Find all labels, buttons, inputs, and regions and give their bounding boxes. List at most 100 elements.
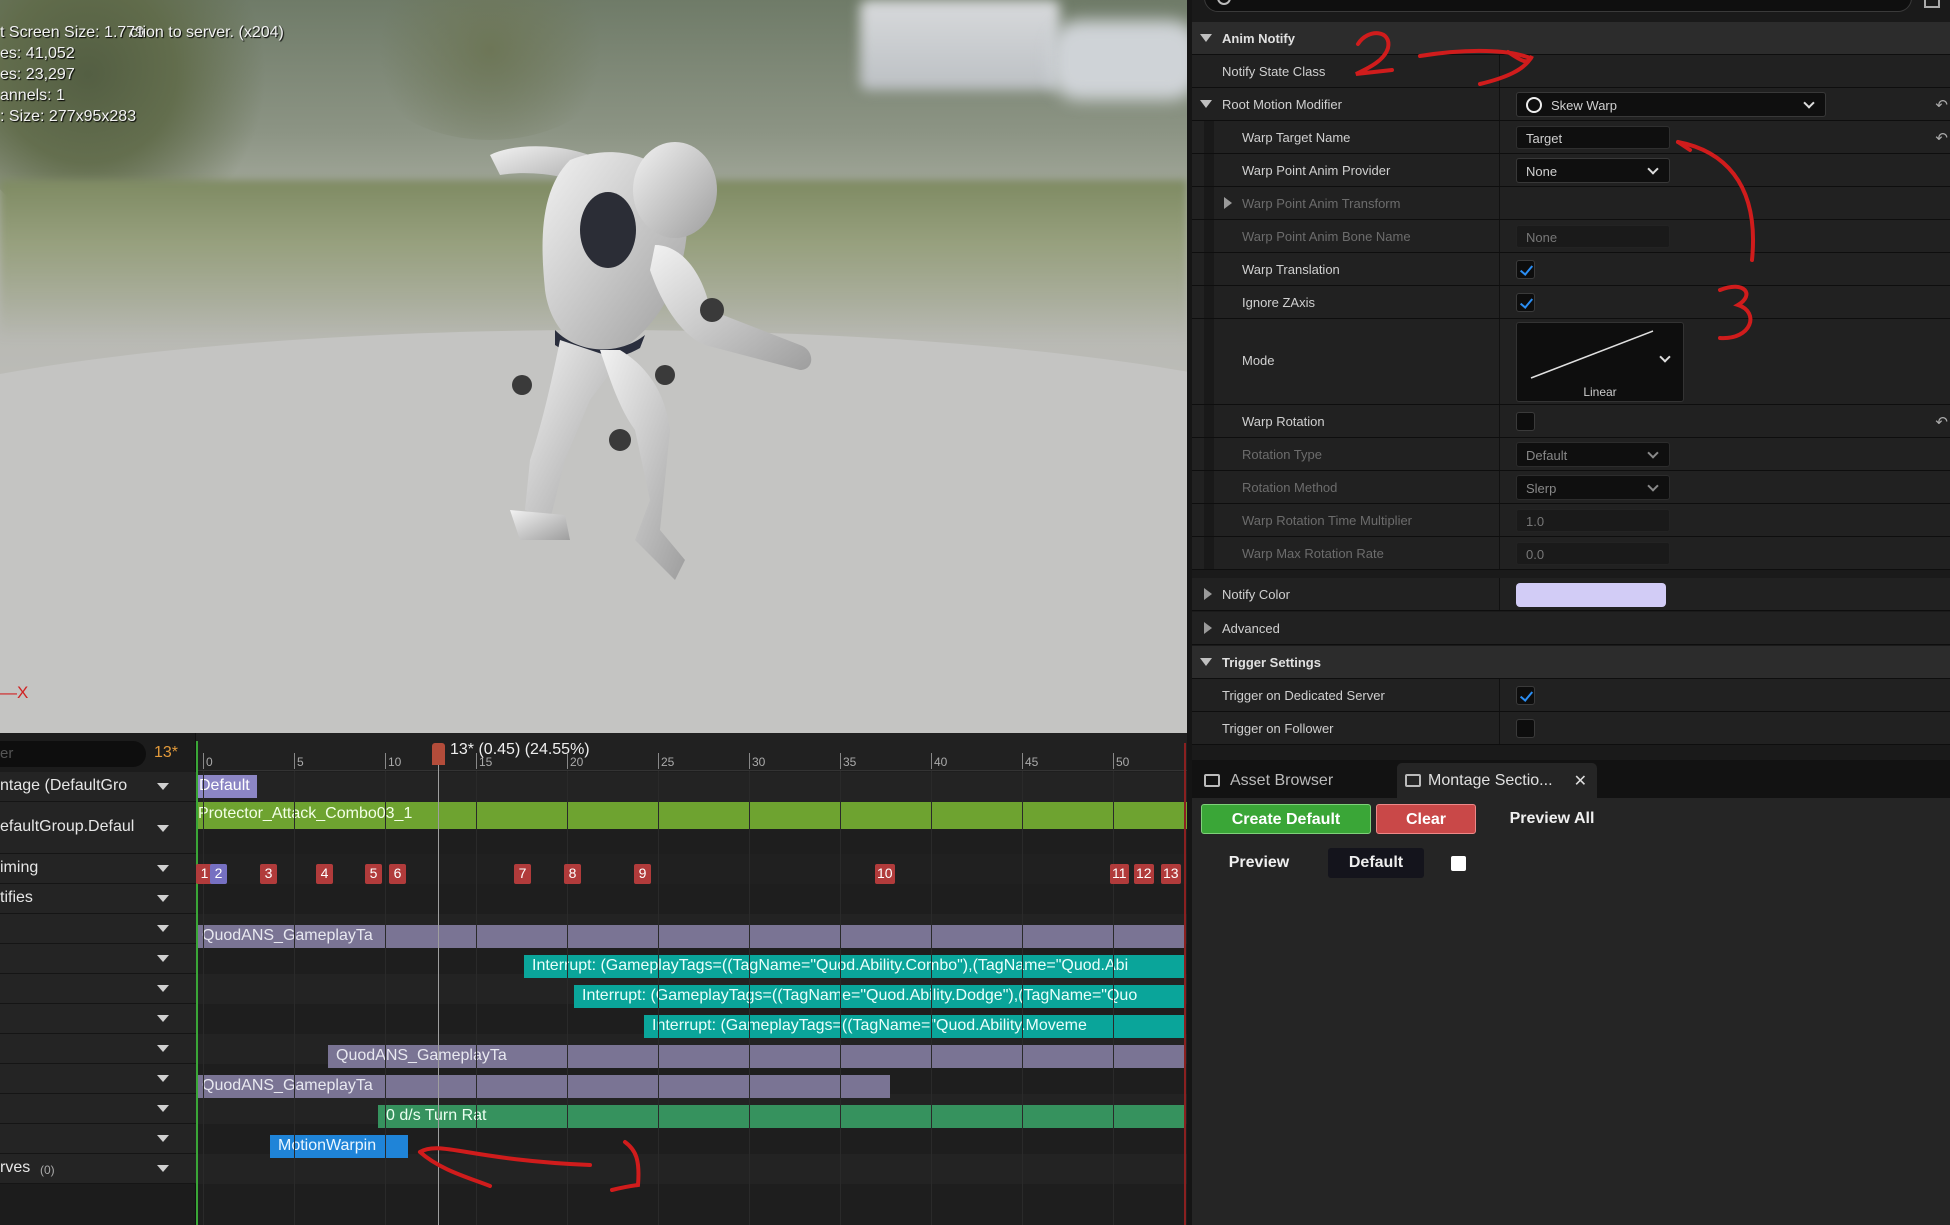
notify-interrupt-combo[interactable]: Interrupt: (GameplayTags=((TagName="Quod… [524, 955, 1184, 978]
playhead-handle[interactable] [432, 743, 445, 765]
create-default-button[interactable]: Create Default [1201, 804, 1371, 834]
indent-bar [1204, 537, 1214, 569]
dropdown-icon[interactable] [157, 895, 169, 902]
notify-turn-rate[interactable]: 0 d/s Turn Rat [378, 1105, 1184, 1128]
chevron-down-icon [1647, 480, 1659, 492]
slot-animation-clip[interactable]: Protector_Attack_Combo03_1 [196, 802, 1187, 829]
warp-max-rotation-rate-input[interactable]: 0.0 [1516, 542, 1670, 565]
timing-marker-10[interactable]: 10 [875, 864, 895, 884]
warp-point-anim-provider-dropdown[interactable]: None [1516, 158, 1670, 183]
category-trigger-settings[interactable]: Trigger Settings [1192, 646, 1950, 679]
grid-line [203, 771, 204, 1225]
notify-track-row[interactable] [0, 1124, 196, 1154]
root-motion-modifier-dropdown[interactable]: Skew Warp [1516, 92, 1826, 117]
expand-arrow-icon[interactable] [1224, 197, 1232, 209]
rotation-method-dropdown[interactable]: Slerp [1516, 475, 1670, 500]
section-checkbox[interactable] [1451, 856, 1466, 871]
dropdown-icon[interactable] [157, 1135, 169, 1142]
trigger-on-dedicated-server-checkbox[interactable] [1516, 686, 1535, 705]
prop-label: Trigger on Dedicated Server [1222, 688, 1385, 703]
track-montage[interactable]: ntage (DefaultGro [0, 772, 196, 802]
timing-marker-11[interactable]: 11 [1110, 864, 1129, 884]
track-timing[interactable]: iming [0, 854, 196, 884]
timing-marker-4[interactable]: 4 [316, 864, 333, 884]
notify-track-row[interactable] [0, 1094, 196, 1124]
track-notifies[interactable]: tifies [0, 884, 196, 914]
category-anim-notify[interactable]: Anim Notify [1192, 22, 1950, 55]
warp-rotation-time-multiplier-input[interactable]: 1.0 [1516, 509, 1670, 532]
clear-button[interactable]: Clear [1376, 804, 1476, 834]
notify-gameplay-tag-3[interactable]: QuodANS_GameplayTa [196, 1075, 890, 1098]
notify-gameplay-tag-1[interactable]: QuodANS_GameplayTa [196, 925, 1184, 948]
reset-to-default-icon[interactable]: ↶ [1935, 129, 1948, 147]
timing-marker-2[interactable]: 2 [210, 864, 227, 884]
track-filter-input[interactable]: er [0, 741, 146, 767]
montage-sections-body: Create Default Clear Preview All Preview… [1192, 798, 1950, 1225]
notify-color-swatch[interactable] [1516, 583, 1666, 607]
timing-marker-6[interactable]: 6 [389, 864, 406, 884]
bottom-right-panel: Asset Browser Montage Sectio... ✕ Create… [1192, 760, 1950, 1225]
notify-track-row[interactable] [0, 974, 196, 1004]
section-default-button[interactable]: Default [1328, 848, 1424, 878]
expand-arrow-icon[interactable] [1204, 588, 1212, 600]
trigger-on-follower-checkbox[interactable] [1516, 719, 1535, 738]
timing-marker-13[interactable]: 13 [1161, 864, 1181, 884]
details-search[interactable] [1204, 0, 1912, 12]
timing-marker-7[interactable]: 7 [514, 864, 531, 884]
dropdown-icon[interactable] [157, 1165, 169, 1172]
dropdown-icon[interactable] [157, 825, 169, 832]
dropdown-icon[interactable] [157, 1045, 169, 1052]
mode-curve-picker[interactable]: Linear [1516, 322, 1684, 402]
viewport[interactable]: t Screen Size: 1.779 es: 41,052 es: 23,297… [0, 0, 1187, 733]
notify-interrupt-movement[interactable]: Interrupt: (GameplayTags=((TagName="Quod… [644, 1015, 1184, 1038]
dropdown-icon[interactable] [157, 955, 169, 962]
section-default[interactable]: Default [197, 775, 257, 798]
track-slot[interactable]: efaultGroup.Defaul [0, 802, 196, 854]
prop-ignore-zaxis: Ignore ZAxis [1192, 286, 1950, 319]
timing-marker-3[interactable]: 3 [260, 864, 277, 884]
notify-track-row[interactable] [0, 1064, 196, 1094]
current-frame-readout: 13* [154, 744, 179, 761]
reset-to-default-icon[interactable]: ↶ [1935, 413, 1948, 431]
dropdown-icon[interactable] [157, 865, 169, 872]
rotation-type-dropdown[interactable]: Default [1516, 442, 1670, 467]
dropdown-icon[interactable] [157, 1075, 169, 1082]
dropdown-icon[interactable] [157, 985, 169, 992]
indent-bar [1204, 405, 1214, 437]
reset-to-default-icon[interactable]: ↶ [1935, 96, 1948, 114]
mannequin-character[interactable] [470, 130, 870, 600]
notify-track-row[interactable] [0, 944, 196, 974]
warp-target-name-input[interactable]: Target [1516, 126, 1670, 149]
tab-montage-sections[interactable]: Montage Sectio... ✕ [1397, 763, 1597, 798]
track-curves[interactable]: rves (0) [0, 1154, 196, 1184]
notify-motion-warping[interactable]: MotionWarpin [270, 1135, 408, 1158]
preview-all-button[interactable]: Preview All [1492, 804, 1612, 834]
timeline-tracks-area[interactable]: Default Protector_Attack_Combo03_1 QuodA… [196, 733, 1187, 1225]
preview-button[interactable]: Preview [1214, 848, 1304, 878]
ignore-zaxis-checkbox[interactable] [1516, 293, 1535, 312]
prop-advanced[interactable]: Advanced [1192, 612, 1950, 645]
dropdown-icon[interactable] [157, 1015, 169, 1022]
close-icon[interactable]: ✕ [1574, 771, 1587, 791]
collapse-arrow-icon[interactable] [1200, 100, 1212, 108]
playhead-line[interactable] [438, 743, 439, 1225]
notify-track-row[interactable] [0, 1004, 196, 1034]
notify-track-row[interactable] [0, 914, 196, 944]
input-value: 1.0 [1526, 514, 1545, 529]
dropdown-icon[interactable] [157, 783, 169, 790]
warp-point-anim-bone-name-input[interactable]: None [1516, 225, 1670, 248]
dropdown-icon[interactable] [157, 925, 169, 932]
timing-marker-12[interactable]: 12 [1134, 864, 1154, 884]
dropdown-icon[interactable] [157, 1105, 169, 1112]
tab-asset-browser[interactable]: Asset Browser [1196, 763, 1396, 798]
timing-marker-5[interactable]: 5 [365, 864, 382, 884]
timing-marker-8[interactable]: 8 [564, 864, 581, 884]
column-divider [1499, 578, 1500, 610]
timing-marker-9[interactable]: 9 [634, 864, 651, 884]
notify-track-row[interactable] [0, 1034, 196, 1064]
warp-rotation-checkbox[interactable] [1516, 412, 1535, 431]
view-options-icon[interactable] [1924, 0, 1940, 8]
notify-interrupt-dodge[interactable]: Interrupt: (GameplayTags=((TagName="Quod… [574, 985, 1184, 1008]
notify-gameplay-tag-2[interactable]: QuodANS_GameplayTa [328, 1045, 1184, 1068]
warp-translation-checkbox[interactable] [1516, 260, 1535, 279]
